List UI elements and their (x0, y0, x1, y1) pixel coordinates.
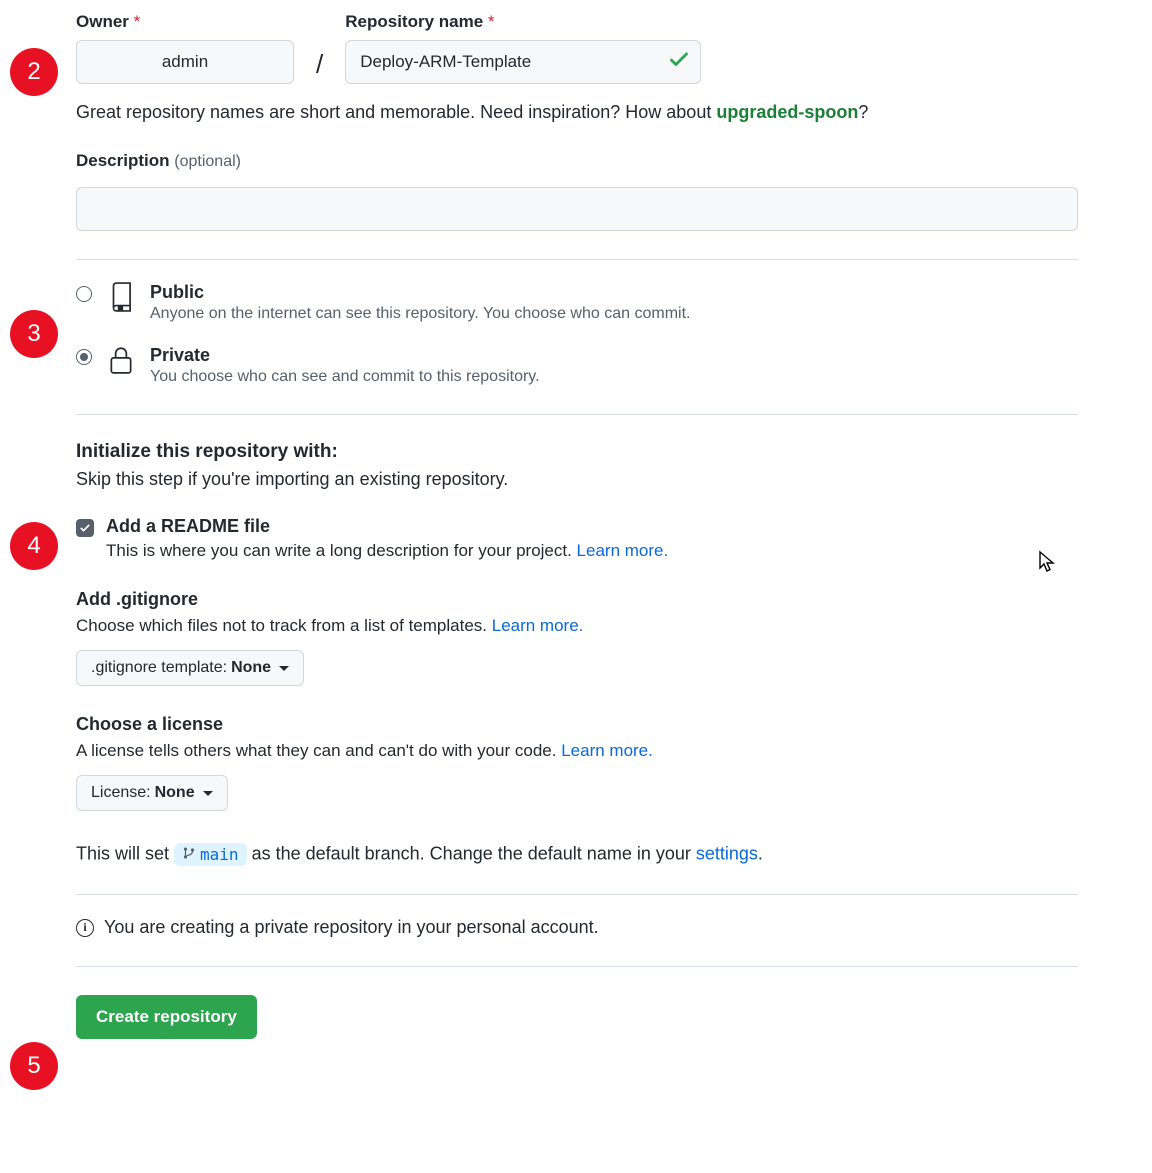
owner-select[interactable]: admin (76, 40, 294, 84)
readme-desc: This is where you can write a long descr… (106, 541, 668, 561)
readme-checkbox[interactable] (76, 519, 94, 537)
license-learn-more[interactable]: Learn more. (561, 741, 653, 760)
lock-icon (106, 345, 136, 375)
step-callout-2: 2 (10, 48, 58, 96)
slash-separator: / (316, 49, 323, 84)
reponame-input[interactable] (345, 40, 701, 84)
step-callout-5: 5 (10, 1042, 58, 1090)
public-desc: Anyone on the internet can see this repo… (150, 305, 690, 323)
name-suggestion[interactable]: upgraded-spoon (716, 102, 858, 122)
repo-icon (106, 282, 136, 312)
gitignore-desc: Choose which files not to track from a l… (76, 616, 1152, 636)
public-title: Public (150, 282, 690, 303)
init-skip: Skip this step if you're importing an ex… (76, 469, 1152, 490)
default-branch-note: This will set main as the default branch… (76, 843, 1152, 866)
description-input[interactable] (76, 187, 1078, 231)
check-icon (669, 50, 689, 75)
create-repository-button[interactable]: Create repository (76, 995, 257, 1039)
gitignore-dropdown[interactable]: .gitignore template: None (76, 650, 304, 686)
gitignore-learn-more[interactable]: Learn more. (492, 616, 584, 635)
private-desc: You choose who can see and commit to thi… (150, 368, 540, 386)
private-radio[interactable] (76, 349, 92, 365)
divider (76, 966, 1078, 967)
git-branch-icon (182, 845, 196, 864)
step-callout-4: 4 (10, 522, 58, 570)
branch-tag: main (174, 843, 247, 866)
public-radio[interactable] (76, 286, 92, 302)
creation-summary: You are creating a private repository in… (104, 917, 599, 938)
divider (76, 259, 1078, 260)
license-dropdown[interactable]: License: None (76, 775, 228, 811)
chevron-down-icon (279, 666, 289, 671)
readme-learn-more[interactable]: Learn more. (577, 541, 669, 560)
init-title: Initialize this repository with: (76, 441, 1152, 463)
chevron-down-icon (203, 791, 213, 796)
private-title: Private (150, 345, 540, 366)
name-hint: Great repository names are short and mem… (76, 102, 1152, 123)
gitignore-title: Add .gitignore (76, 589, 1152, 610)
readme-title: Add a README file (106, 516, 668, 537)
divider (76, 414, 1078, 415)
settings-link[interactable]: settings (696, 843, 758, 863)
info-icon: i (76, 919, 94, 937)
step-callout-3: 3 (10, 310, 58, 358)
divider (76, 894, 1078, 895)
license-title: Choose a license (76, 714, 1152, 735)
cursor-icon (1038, 550, 1056, 579)
reponame-label: Repository name * (345, 12, 701, 32)
license-desc: A license tells others what they can and… (76, 741, 1152, 761)
owner-label: Owner * (76, 12, 294, 32)
description-label: Description (optional) (76, 151, 1152, 171)
